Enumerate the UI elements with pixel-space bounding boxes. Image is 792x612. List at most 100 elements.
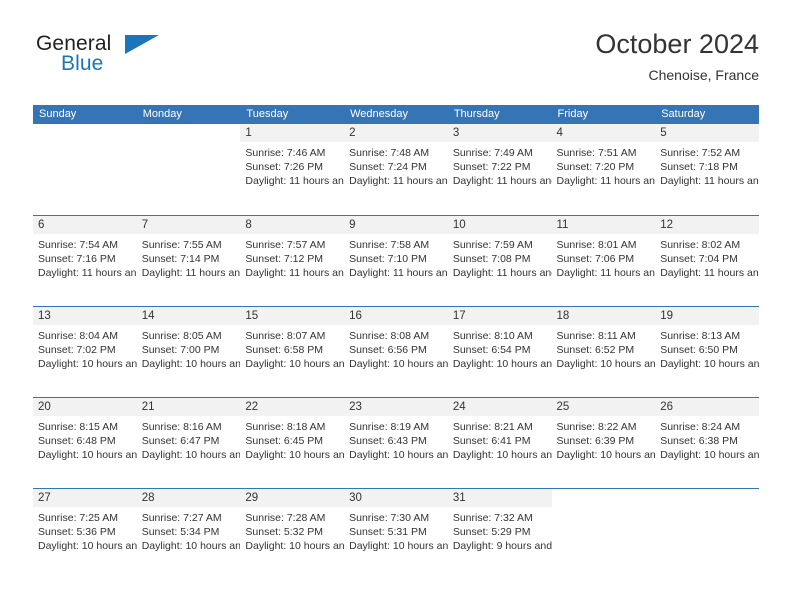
day-cell[interactable]: 16 Sunrise: 8:08 AM Sunset: 6:56 PM Dayligh… bbox=[344, 305, 448, 397]
sunset-text: Sunset: 7:24 PM bbox=[349, 161, 427, 174]
day-details: Sunrise: 7:55 AM Sunset: 7:14 PM Daylight:… bbox=[137, 234, 241, 281]
daylight-text: Daylight: 10 hours and 13 minutes. bbox=[660, 448, 759, 461]
sunrise-text: Sunrise: 7:49 AM bbox=[452, 147, 533, 159]
sunset-text: Sunset: 6:45 PM bbox=[245, 434, 324, 447]
day-cell[interactable]: 2 Sunrise: 7:48 AM Sunset: 7:24 PM Daylight… bbox=[344, 124, 448, 215]
logo[interactable]: General Blue bbox=[33, 32, 223, 88]
day-cell-inner: 3 Sunrise: 7:49 AM Sunset: 7:22 PM Daylight… bbox=[447, 124, 552, 215]
day-cell[interactable]: 1 Sunrise: 7:46 AM Sunset: 7:26 PM Daylight… bbox=[240, 124, 345, 215]
day-cell[interactable]: 7 Sunrise: 7:55 AM Sunset: 7:14 PM Daylight… bbox=[136, 214, 241, 306]
daylight-text: Daylight: 10 hours and 27 minutes. bbox=[245, 448, 345, 461]
day-cell[interactable]: 14 Sunrise: 8:05 AM Sunset: 7:00 PM Dayligh… bbox=[136, 305, 241, 397]
weekday-header-friday: Friday bbox=[551, 105, 656, 124]
day-cell-inner: 28 Sunrise: 7:27 AM Sunset: 5:34 PM Dayligh… bbox=[136, 489, 241, 579]
sunset-text: Sunset: 7:06 PM bbox=[556, 252, 635, 265]
sunrise-text: Sunrise: 7:30 AM bbox=[349, 511, 430, 524]
day-number: 1 bbox=[240, 124, 345, 142]
sunrise-text: Sunrise: 8:01 AM bbox=[556, 238, 637, 251]
sunset-text: Sunset: 7:16 PM bbox=[38, 252, 116, 265]
day-cell[interactable]: 5 Sunrise: 7:52 AM Sunset: 7:18 PM Daylight… bbox=[655, 124, 759, 215]
day-cell[interactable]: 15 Sunrise: 8:07 AM Sunset: 6:58 PM Dayligh… bbox=[240, 305, 345, 397]
sunset-text: Sunset: 7:02 PM bbox=[38, 343, 116, 356]
day-cell[interactable]: 31 Sunrise: 7:32 AM Sunset: 5:29 PM Dayligh… bbox=[447, 487, 552, 579]
sunrise-text: Sunrise: 8:21 AM bbox=[452, 420, 533, 433]
day-cell[interactable]: 27 Sunrise: 7:25 AM Sunset: 5:36 PM Dayligh… bbox=[33, 487, 137, 579]
day-details: Sunrise: 8:05 AM Sunset: 7:00 PM Daylight:… bbox=[137, 325, 241, 372]
day-details: Sunrise: 8:15 AM Sunset: 6:48 PM Daylight:… bbox=[33, 416, 137, 463]
sunrise-text: Sunrise: 8:22 AM bbox=[556, 420, 637, 433]
day-cell[interactable]: 28 Sunrise: 7:27 AM Sunset: 5:34 PM Dayligh… bbox=[136, 487, 241, 579]
sunset-text: Sunset: 6:39 PM bbox=[556, 434, 635, 447]
day-details: Sunrise: 7:52 AM Sunset: 7:18 PM Daylight:… bbox=[655, 142, 759, 189]
day-cell[interactable]: 8 Sunrise: 7:57 AM Sunset: 7:12 PM Daylight… bbox=[240, 214, 345, 306]
day-details: Sunrise: 8:08 AM Sunset: 6:56 PM Daylight:… bbox=[344, 325, 448, 372]
calendar-body: 1 Sunrise: 7:46 AM Sunset: 7:26 PM Daylight… bbox=[33, 124, 759, 579]
day-number: 2 bbox=[344, 124, 448, 142]
daylight-text: Daylight: 10 hours and 30 minutes. bbox=[141, 448, 241, 461]
day-cell[interactable]: 10 Sunrise: 7:59 AM Sunset: 7:08 PM Dayligh… bbox=[447, 214, 552, 306]
sunset-text: Sunset: 7:20 PM bbox=[556, 161, 635, 174]
day-cell-inner: 24 Sunrise: 8:21 AM Sunset: 6:41 PM Dayligh… bbox=[447, 398, 552, 488]
day-cell[interactable]: 19 Sunrise: 8:13 AM Sunset: 6:50 PM Dayligh… bbox=[655, 305, 759, 397]
daylight-text: Daylight: 11 hours and 15 minutes. bbox=[245, 266, 344, 279]
sunset-text: Sunset: 7:12 PM bbox=[245, 252, 324, 265]
day-cell[interactable]: 13 Sunrise: 8:04 AM Sunset: 7:02 PM Dayligh… bbox=[33, 305, 137, 397]
day-cell[interactable]: 17 Sunrise: 8:10 AM Sunset: 6:54 PM Dayligh… bbox=[447, 305, 552, 397]
sunset-text: Sunset: 6:38 PM bbox=[660, 434, 738, 447]
sunset-text: Sunset: 7:00 PM bbox=[141, 343, 220, 356]
day-number: 13 bbox=[33, 307, 137, 325]
weekday-header-sunday: Sunday bbox=[33, 105, 137, 124]
daylight-text: Daylight: 11 hours and 11 minutes. bbox=[349, 266, 448, 279]
day-cell[interactable]: 12 Sunrise: 8:02 AM Sunset: 7:04 PM Dayligh… bbox=[655, 214, 759, 306]
day-cell[interactable]: 29 Sunrise: 7:28 AM Sunset: 5:32 PM Dayligh… bbox=[240, 487, 345, 579]
day-cell[interactable]: 9 Sunrise: 7:58 AM Sunset: 7:10 PM Daylight… bbox=[344, 214, 448, 306]
sunrise-text: Sunrise: 7:51 AM bbox=[556, 147, 637, 159]
day-cell-inner: 17 Sunrise: 8:10 AM Sunset: 6:54 PM Dayligh… bbox=[447, 307, 552, 397]
day-cell-inner: 14 Sunrise: 8:05 AM Sunset: 7:00 PM Dayligh… bbox=[136, 307, 241, 397]
day-details: Sunrise: 7:51 AM Sunset: 7:20 PM Daylight:… bbox=[552, 142, 656, 189]
day-cell-inner: 10 Sunrise: 7:59 AM Sunset: 7:08 PM Dayligh… bbox=[447, 216, 552, 306]
day-cell-inner: 18 Sunrise: 8:11 AM Sunset: 6:52 PM Dayligh… bbox=[551, 307, 656, 397]
day-details: Sunrise: 7:58 AM Sunset: 7:10 PM Daylight:… bbox=[344, 234, 448, 281]
day-cell[interactable]: 6 Sunrise: 7:54 AM Sunset: 7:16 PM Daylight… bbox=[33, 214, 137, 306]
sunrise-text: Sunrise: 8:18 AM bbox=[245, 420, 326, 433]
daylight-text: Daylight: 11 hours and 4 minutes. bbox=[556, 266, 656, 279]
day-cell[interactable]: 11 Sunrise: 8:01 AM Sunset: 7:06 PM Dayligh… bbox=[551, 214, 656, 306]
sunset-text: Sunset: 7:10 PM bbox=[349, 252, 427, 265]
sunrise-text: Sunrise: 7:55 AM bbox=[141, 238, 222, 251]
day-cell-inner: 16 Sunrise: 8:08 AM Sunset: 6:56 PM Dayligh… bbox=[344, 307, 448, 397]
day-cell-inner: 4 Sunrise: 7:51 AM Sunset: 7:20 PM Daylight… bbox=[551, 124, 656, 215]
day-cell[interactable]: 30 Sunrise: 7:30 AM Sunset: 5:31 PM Dayligh… bbox=[344, 487, 448, 579]
day-details: Sunrise: 8:02 AM Sunset: 7:04 PM Daylight:… bbox=[655, 234, 759, 281]
page-header: General Blue October 2024 Chenoise, Fran… bbox=[33, 28, 759, 92]
sunrise-text: Sunrise: 7:52 AM bbox=[660, 147, 741, 159]
calendar-week-row: 20 Sunrise: 8:15 AM Sunset: 6:48 PM Dayligh… bbox=[33, 396, 759, 488]
sunset-text: Sunset: 5:32 PM bbox=[245, 525, 324, 538]
day-number: 22 bbox=[240, 398, 345, 416]
sunrise-text: Sunrise: 7:28 AM bbox=[245, 511, 326, 524]
calendar-grid: Sunday Monday Tuesday Wednesday Thursday… bbox=[33, 105, 759, 579]
sunrise-text: Sunrise: 8:08 AM bbox=[349, 329, 430, 342]
sunrise-text: Sunrise: 8:13 AM bbox=[660, 329, 741, 342]
day-number: 23 bbox=[344, 398, 448, 416]
day-details: Sunrise: 7:25 AM Sunset: 5:36 PM Daylight:… bbox=[33, 507, 137, 554]
sunrise-text: Sunrise: 8:04 AM bbox=[38, 329, 118, 342]
sunset-text: Sunset: 7:26 PM bbox=[245, 161, 324, 174]
day-cell[interactable]: 24 Sunrise: 8:21 AM Sunset: 6:41 PM Dayligh… bbox=[447, 396, 552, 488]
day-cell[interactable]: 22 Sunrise: 8:18 AM Sunset: 6:45 PM Dayligh… bbox=[240, 396, 345, 488]
day-number: 24 bbox=[447, 398, 552, 416]
daylight-text: Daylight: 10 hours and 51 minutes. bbox=[245, 357, 345, 370]
day-cell[interactable]: 20 Sunrise: 8:15 AM Sunset: 6:48 PM Dayligh… bbox=[33, 396, 137, 488]
sunset-text: Sunset: 5:34 PM bbox=[141, 525, 220, 538]
day-cell[interactable]: 26 Sunrise: 8:24 AM Sunset: 6:38 PM Dayligh… bbox=[655, 396, 759, 488]
day-cell[interactable]: 3 Sunrise: 7:49 AM Sunset: 7:22 PM Daylight… bbox=[447, 124, 552, 215]
day-details: Sunrise: 7:28 AM Sunset: 5:32 PM Daylight:… bbox=[240, 507, 344, 554]
day-cell[interactable]: 21 Sunrise: 8:16 AM Sunset: 6:47 PM Dayligh… bbox=[136, 396, 241, 488]
daylight-text: Daylight: 11 hours and 1 minute. bbox=[660, 266, 759, 279]
day-cell[interactable]: 23 Sunrise: 8:19 AM Sunset: 6:43 PM Dayligh… bbox=[344, 396, 448, 488]
day-cell[interactable]: 4 Sunrise: 7:51 AM Sunset: 7:20 PM Daylight… bbox=[551, 124, 656, 215]
weekday-header-tuesday: Tuesday bbox=[240, 105, 345, 124]
day-cell-inner: 20 Sunrise: 8:15 AM Sunset: 6:48 PM Dayligh… bbox=[33, 398, 137, 488]
day-cell[interactable]: 25 Sunrise: 8:22 AM Sunset: 6:39 PM Dayligh… bbox=[551, 396, 656, 488]
day-cell[interactable]: 18 Sunrise: 8:11 AM Sunset: 6:52 PM Dayligh… bbox=[551, 305, 656, 397]
